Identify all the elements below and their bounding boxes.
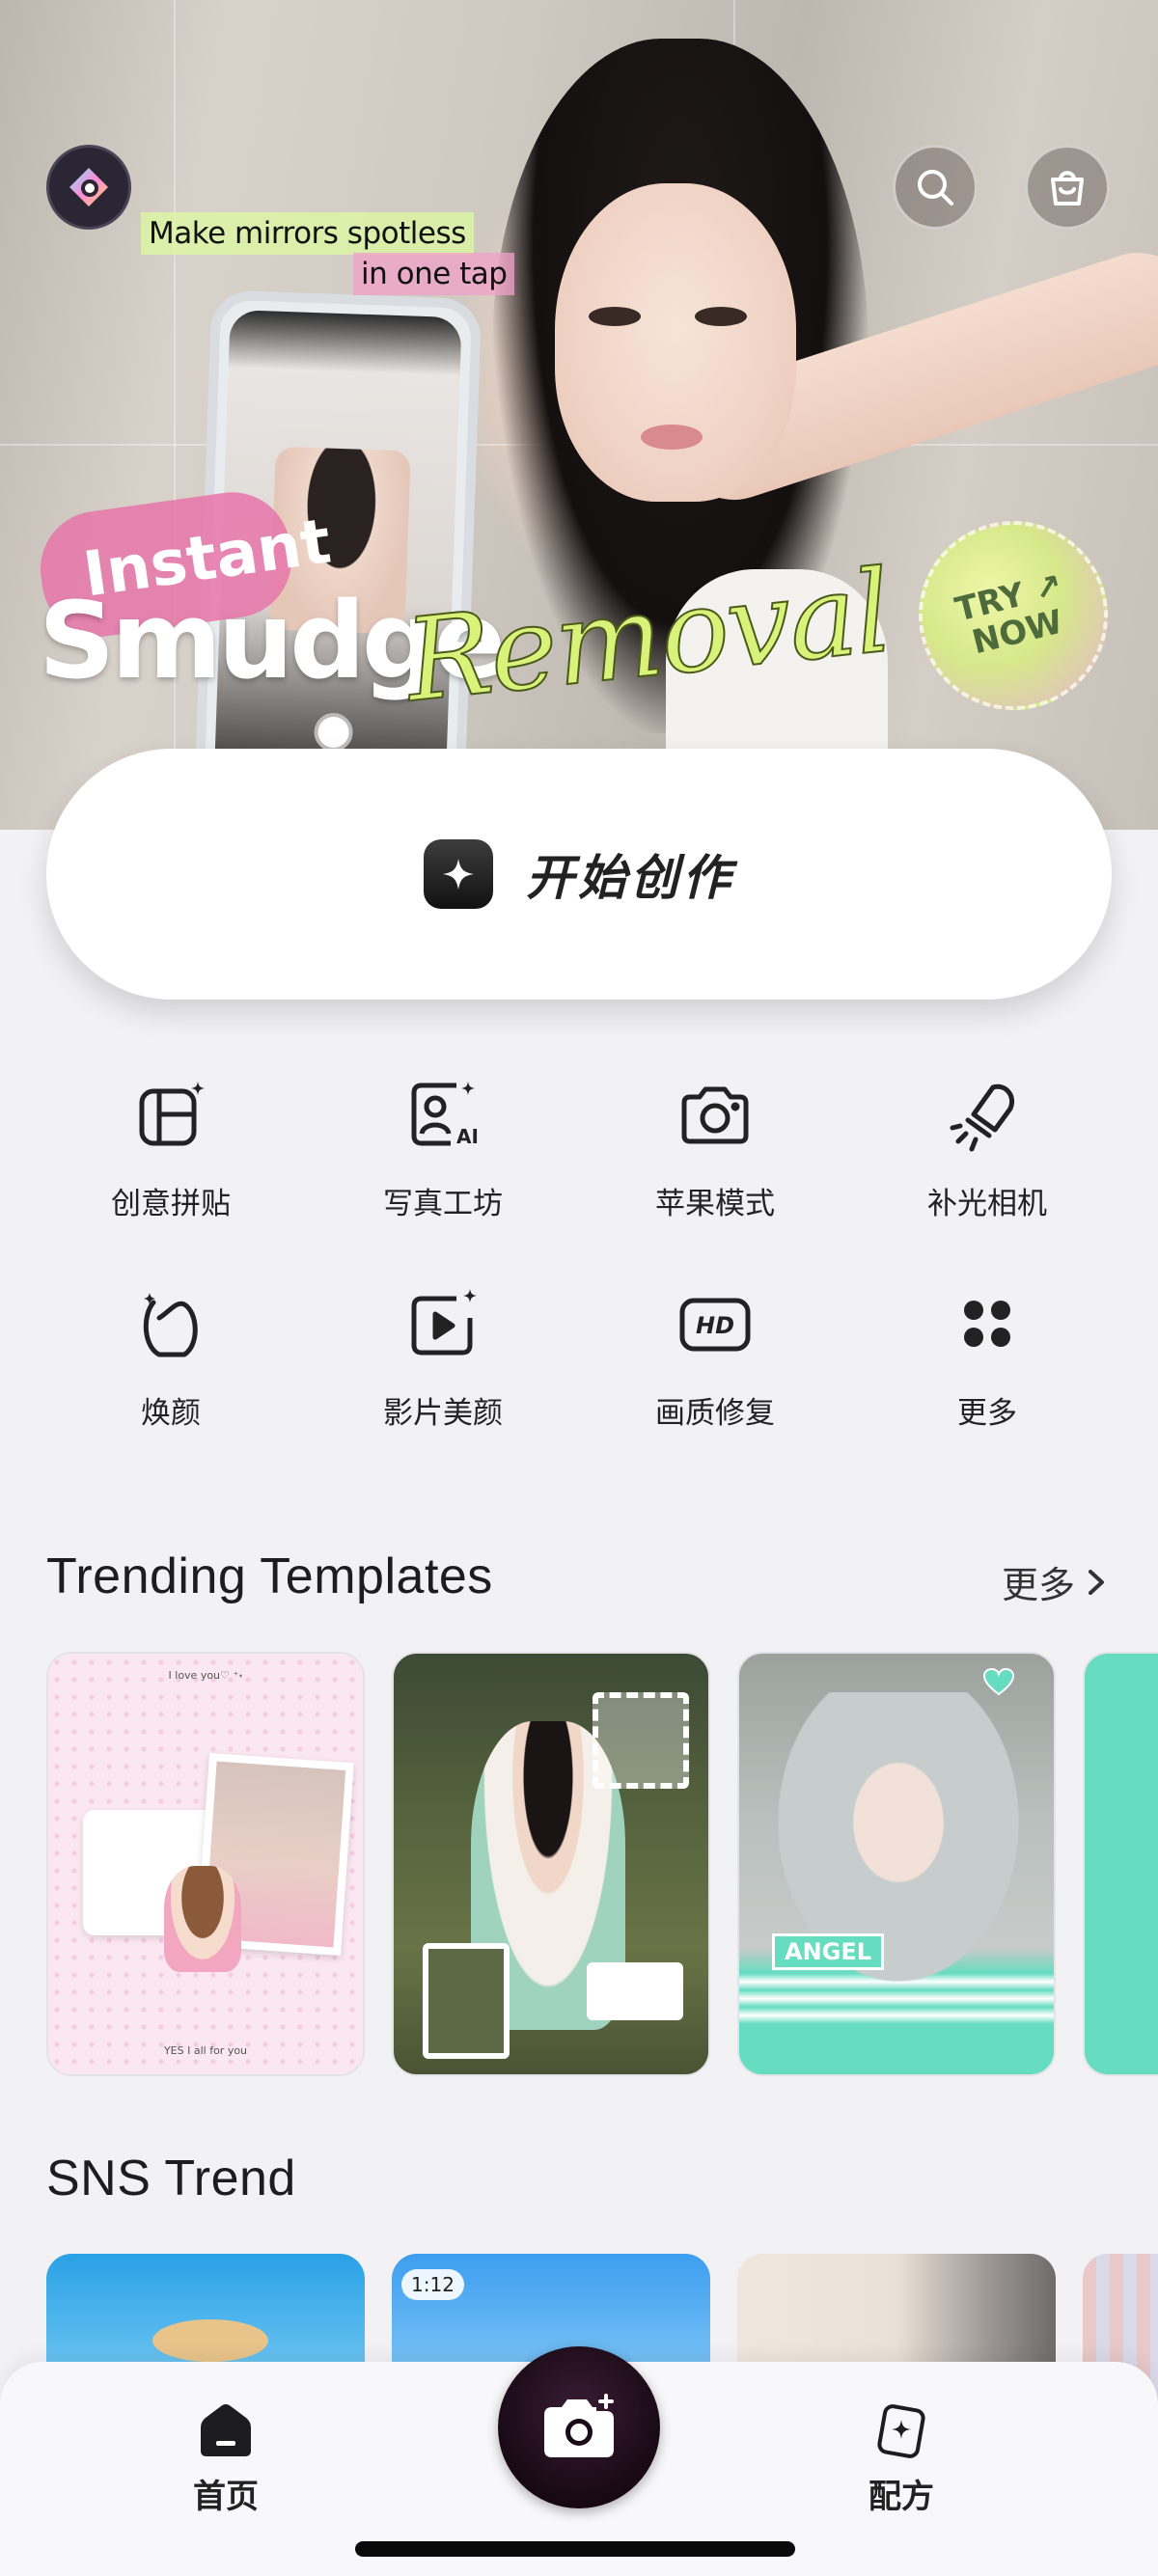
feature-label: 更多 [957, 1396, 1017, 1431]
feature-label: 补光相机 [927, 1187, 1047, 1221]
feature-label: 影片美颜 [383, 1396, 503, 1431]
feature-ai-portrait[interactable]: AI 写真工坊 [307, 1071, 579, 1222]
sparkle-icon [424, 839, 493, 909]
shopping-bag-button[interactable] [1025, 145, 1110, 230]
hero-eye [589, 307, 641, 326]
fill-light-icon [944, 1071, 1031, 1158]
template-card-caption: I love you♡ ⁺˖ [168, 1669, 243, 1682]
hero-lips [641, 425, 703, 450]
app-logo-icon[interactable] [46, 145, 131, 230]
try-now-badge[interactable]: TRY ↗ NOW [898, 501, 1128, 730]
trending-templates-title: Trending Templates [46, 1548, 493, 1604]
svg-text:AI: AI [456, 1125, 479, 1148]
camera-button[interactable] [498, 2346, 660, 2508]
feature-collage[interactable]: 创意拼贴 [35, 1071, 307, 1222]
feature-video-beauty[interactable]: 影片美颜 [307, 1280, 579, 1432]
template-sticker [593, 1692, 689, 1789]
svg-text:HD: HD [696, 1312, 734, 1339]
heart-icon [982, 1667, 1015, 1696]
template-chibi [164, 1866, 241, 1972]
search-icon [918, 170, 953, 206]
promo-line-2: in one tap [353, 253, 515, 295]
feature-apple-mode[interactable]: 苹果模式 [579, 1071, 851, 1222]
wall-tile-line [174, 0, 176, 830]
nav-recipe-label: 配方 [868, 2478, 934, 2516]
sns-trend-title: SNS Trend [46, 2151, 296, 2206]
feature-hd-restore[interactable]: HD 画质修复 [579, 1280, 851, 1432]
feature-fill-light[interactable]: 补光相机 [851, 1071, 1123, 1222]
home-icon [201, 2404, 251, 2456]
template-card[interactable]: I love you♡ ⁺˖ YES I all for you [46, 1652, 365, 2076]
more-label: 更多 [1001, 1564, 1075, 1606]
feature-label: 写真工坊 [383, 1187, 503, 1221]
feature-label: 苹果模式 [655, 1187, 775, 1221]
template-card-caption: YES I all for you [163, 2044, 248, 2057]
template-sticker [423, 1943, 510, 2059]
video-beauty-icon [400, 1280, 486, 1367]
chevron-right-icon [1089, 1569, 1104, 1595]
nav-home-label: 首页 [193, 2478, 259, 2516]
start-creating-label: 开始创作 [526, 850, 734, 906]
hd-icon: HD [672, 1280, 758, 1367]
sns-card-badge: 1:12 [401, 2269, 464, 2300]
face-retouch-icon [127, 1280, 214, 1367]
template-card[interactable] [392, 1652, 710, 2076]
hero-face [555, 183, 796, 502]
hero-banner[interactable]: Make mirrors spotless in one tap Instant… [0, 0, 1158, 830]
template-card[interactable] [1083, 1652, 1158, 2076]
trending-more-link[interactable]: 更多 [1002, 1555, 1108, 1608]
template-sticker [587, 1962, 683, 2020]
sns-card-photo [152, 2319, 268, 2362]
template-sticker-text: ANGEL [772, 1933, 885, 1970]
hero-eye [695, 307, 747, 326]
more-grid-icon [944, 1280, 1031, 1367]
template-card[interactable]: ANGEL [737, 1652, 1056, 2076]
recipe-cards-icon [877, 2404, 925, 2458]
shopping-bag-icon [1051, 171, 1084, 206]
camera-plus-icon [544, 2394, 614, 2457]
collage-icon [127, 1071, 214, 1158]
feature-grid: 创意拼贴 AI 写真工坊 苹果模式 补光相机 焕颜 影片美颜 HD 画质修复 更… [35, 1071, 1123, 1432]
nav-home[interactable]: 首页 [193, 2402, 259, 2517]
feature-label: 创意拼贴 [111, 1187, 231, 1221]
camera-icon [672, 1071, 758, 1158]
feature-more[interactable]: 更多 [851, 1280, 1123, 1432]
ai-portrait-icon: AI [400, 1071, 486, 1158]
feature-label: 画质修复 [655, 1396, 775, 1431]
home-indicator [355, 2541, 795, 2557]
feature-face-retouch[interactable]: 焕颜 [35, 1280, 307, 1432]
nav-recipe[interactable]: 配方 [868, 2402, 934, 2517]
search-button[interactable] [893, 145, 978, 230]
promo-line-1: Make mirrors spotless [141, 212, 474, 255]
app-logo-glyph [69, 168, 108, 206]
start-creating-button[interactable]: 开始创作 [46, 749, 1112, 1000]
feature-label: 焕颜 [141, 1396, 201, 1431]
